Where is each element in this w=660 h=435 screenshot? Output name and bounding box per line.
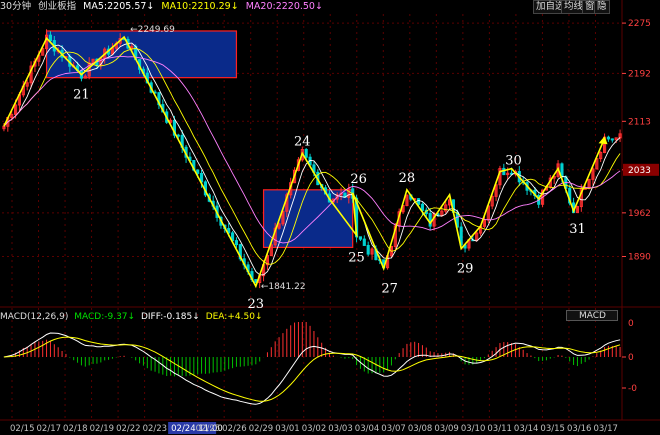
date-label: 03/14 <box>514 424 539 434</box>
date-label: 03/08 <box>408 424 433 434</box>
macd-top-label: 0 <box>628 319 634 329</box>
ma10-arrow: ↓ <box>230 1 239 12</box>
candle-body <box>606 136 611 140</box>
diff-label: DIFF: <box>140 312 164 322</box>
wave-label-23: 23 <box>248 297 265 312</box>
wave-label-26: 26 <box>350 172 367 187</box>
macd-bottom-label: -0 <box>628 384 637 394</box>
date-label: 02/23 <box>143 424 168 434</box>
stock-chart: 21 23 24 25 26 27 28 29 30 31 ←2249.69 ←1841.22 227… <box>0 0 660 434</box>
macd-header: MACD(12,26,9) MACD:-9.37↓ DIFF:-0.185↓ D… <box>0 311 265 323</box>
date-label: 03/09 <box>434 424 459 434</box>
low-price-label: ←1841.22 <box>261 282 306 292</box>
ma20-value: 2220.50 <box>275 1 315 12</box>
date-label: 03/01 <box>275 424 300 434</box>
macd-diff-line <box>3 332 621 405</box>
date-label: 03/17 <box>593 424 618 434</box>
dea-label: DEA: <box>205 312 228 322</box>
macd-params: MACD(12,26,9) <box>0 312 69 322</box>
date-label: 03/11 <box>487 424 512 434</box>
y-tick-label: 1890 <box>628 253 651 263</box>
macd-arrow: ↓ <box>127 312 136 322</box>
wave-label-21: 21 <box>73 88 90 103</box>
dea-arrow: ↓ <box>254 312 263 322</box>
date-label: 02/29 <box>249 424 274 434</box>
date-label: 03/15 <box>540 424 565 434</box>
date-label: 02/26 <box>222 424 247 434</box>
y-tick-label: 2192 <box>628 69 651 79</box>
date-label: 03/07 <box>381 424 406 434</box>
candle-body <box>420 203 425 211</box>
candle-body <box>362 238 366 246</box>
y-tick-label: 1962 <box>628 209 651 219</box>
wave-label-30: 30 <box>505 154 522 169</box>
current-price-label: 2033 <box>628 166 651 176</box>
y-tick-label: 2275 <box>628 19 651 29</box>
wave-label-25: 25 <box>348 250 365 265</box>
date-label: 02/25 <box>196 424 221 434</box>
period-label: 30分钟 <box>0 1 32 12</box>
ma5-arrow: ↓ <box>146 1 155 12</box>
macd-label: MACD: <box>74 312 105 322</box>
diff-arrow: ↓ <box>192 312 200 322</box>
date-label: 02/15 <box>10 424 35 434</box>
macd-value: -9.37 <box>104 312 128 322</box>
wave-label-27: 27 <box>381 282 398 297</box>
candle-body <box>358 236 363 240</box>
y-tick-label: 2113 <box>628 117 651 127</box>
ma5-value: 2205.57 <box>107 1 147 12</box>
index-name: 创业板指 <box>38 1 77 12</box>
date-axis: 02/15 02/17 02/18 02/19 02/22 02/23 02/24 11:0… <box>10 422 618 434</box>
candle-body <box>366 244 370 255</box>
date-label: 03/16 <box>567 424 592 434</box>
date-label: 03/03 <box>328 424 353 434</box>
ma5-label: MA5: <box>83 1 108 12</box>
indicator-select[interactable]: MACD <box>566 310 618 321</box>
date-label: 03/10 <box>461 424 486 434</box>
candle-body <box>176 134 180 137</box>
wave-label-31: 31 <box>569 222 586 237</box>
candle-body <box>48 34 53 42</box>
macd-panel: 0 0 -0 <box>3 319 637 405</box>
candle-body <box>416 198 421 205</box>
range-box-2 <box>262 189 354 249</box>
macd-zero-label: 0 <box>628 353 634 363</box>
date-label: 02/18 <box>63 424 88 434</box>
date-label: 02/17 <box>37 424 62 434</box>
candle-body <box>196 169 200 174</box>
date-label: 02/19 <box>90 424 115 434</box>
wave-label-24: 24 <box>294 134 311 149</box>
wave-label-28: 28 <box>399 171 416 186</box>
candle-body <box>234 240 239 246</box>
candle-body <box>304 149 308 158</box>
date-label: 03/02 <box>302 424 327 434</box>
date-label: 03/04 <box>355 424 380 434</box>
candle-body <box>610 138 614 141</box>
chart-header: 30分钟 创业板指 MA5:2205.57↓ MA10:2210.29↓ MA2… <box>0 0 327 13</box>
wave-label-29: 29 <box>457 262 474 277</box>
date-label: 02/22 <box>116 424 141 434</box>
price-axis: 2275219221132033196218902033 <box>622 19 659 263</box>
diff-value: -0.185 <box>163 312 193 322</box>
hide-button[interactable]: 隐 <box>594 0 610 14</box>
ma20-label: MA20: <box>245 1 276 12</box>
dea-value: +4.50 <box>227 312 255 322</box>
ma20-arrow: ↓ <box>314 1 323 12</box>
ma10-value: 2210.29 <box>191 1 231 12</box>
ma10-label: MA10: <box>161 1 192 12</box>
high-price-label: ←2249.69 <box>130 25 175 35</box>
